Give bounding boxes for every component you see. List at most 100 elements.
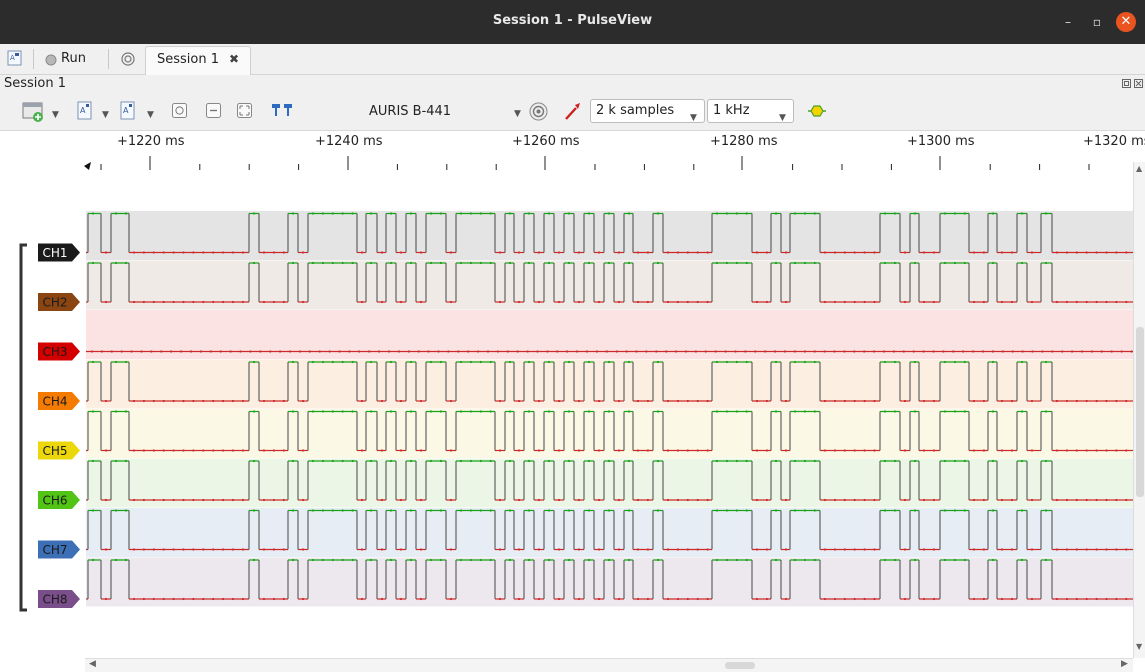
add-session-icon[interactable]: A [7, 50, 23, 67]
sample-dot [1095, 300, 1098, 304]
channel-label-ch2[interactable]: CH2 [38, 293, 80, 311]
sample-dot [172, 597, 175, 601]
sample-dot [903, 548, 907, 551]
sample-dot [587, 212, 591, 215]
open-file-icon[interactable] [22, 101, 46, 125]
sample-dot [351, 558, 354, 562]
sample-dot [537, 548, 541, 551]
vertical-scrollbar[interactable]: ▲ ▼ [1133, 162, 1145, 658]
channel-label-ch5[interactable]: CH5 [38, 441, 80, 460]
sample-dot [321, 261, 324, 265]
sample-dot [696, 300, 699, 304]
sample-dot [774, 212, 778, 215]
maximize-button[interactable]: ▫ [1087, 12, 1107, 32]
sample-dot [755, 498, 759, 502]
sample-dot [1000, 399, 1004, 403]
sample-dot [1000, 548, 1004, 551]
vertical-scroll-thumb[interactable] [1136, 327, 1144, 497]
sample-dot [378, 350, 381, 353]
sample-dot [114, 459, 118, 463]
horizontal-scrollbar[interactable]: ◀ ▶ [85, 658, 1133, 672]
export-dropdown-arrow[interactable]: ▼ [147, 110, 154, 120]
sample-dot [279, 350, 282, 353]
sample-dot [182, 300, 185, 304]
samples-dropdown-arrow[interactable]: ▼ [690, 107, 697, 129]
sample-dot [547, 459, 551, 463]
sample-dot [152, 548, 155, 551]
sample-dot [1105, 498, 1108, 502]
save-icon[interactable]: A [77, 101, 93, 125]
sample-dot [1120, 350, 1123, 353]
samples-combo[interactable]: 2 k samples ▼ [590, 99, 705, 123]
zoom-out-icon[interactable] [206, 103, 222, 127]
sample-dot [913, 459, 917, 463]
gear-icon[interactable] [121, 52, 135, 66]
sample-dot [282, 300, 285, 304]
samplerate-dropdown-arrow[interactable]: ▼ [779, 107, 786, 129]
export-icon[interactable]: A [120, 101, 136, 125]
sample-dot [784, 251, 788, 254]
scroll-up-icon[interactable]: ▲ [1136, 164, 1142, 173]
tab-session-1[interactable]: Session 1 ✖ [145, 46, 251, 75]
channel-label-ch1[interactable]: CH1 [38, 243, 80, 262]
trace-view[interactable]: CH1 CH2 CH3 CH4 CH5 CH6 CH7 CH8 [0, 177, 1133, 658]
zoom-fit-icon[interactable] [237, 103, 253, 127]
sample-dot [696, 449, 699, 452]
run-button[interactable]: Run [61, 51, 86, 66]
sample-dot [943, 509, 947, 512]
scroll-left-icon[interactable]: ◀ [89, 659, 96, 669]
cursor-markers-icon[interactable] [271, 102, 295, 126]
probe-config-icon[interactable] [563, 101, 583, 125]
sample-dot [755, 300, 759, 304]
open-dropdown-arrow[interactable]: ▼ [52, 110, 59, 120]
channel-label-ch8[interactable]: CH8 [38, 590, 80, 608]
save-dropdown-arrow[interactable]: ▼ [102, 110, 109, 120]
sample-dot [735, 212, 738, 215]
sample-dot [1065, 300, 1068, 304]
sample-dot [282, 597, 285, 601]
sample-dot [527, 509, 531, 512]
sample-dot [142, 597, 145, 601]
channel-label-ch4[interactable]: CH4 [38, 392, 80, 410]
sample-dot [902, 350, 905, 353]
sample-dot [389, 509, 393, 512]
channel-label-ch3[interactable]: CH3 [38, 342, 80, 361]
device-config-icon[interactable] [529, 102, 548, 126]
horizontal-scroll-thumb[interactable] [725, 662, 755, 669]
minimize-button[interactable]: – [1058, 12, 1078, 32]
sample-dot [291, 410, 295, 413]
sample-dot [321, 212, 324, 215]
sample-dot [311, 360, 315, 364]
sample-dot [1000, 251, 1004, 254]
sample-dot [913, 509, 917, 512]
scroll-right-icon[interactable]: ▶ [1121, 659, 1128, 669]
sample-dot [1075, 548, 1078, 551]
session-tab-close-icon[interactable]: ✖ [229, 52, 239, 66]
sample-dot [409, 558, 413, 562]
sample-dot [331, 261, 334, 265]
sample-dot [1125, 548, 1128, 551]
sample-dot [577, 597, 581, 601]
decoder-icon[interactable] [806, 105, 828, 129]
channel-label-ch7[interactable]: CH7 [38, 540, 80, 559]
sample-dot [1085, 251, 1088, 254]
device-dropdown-arrow[interactable]: ▼ [514, 109, 521, 119]
sample-dot [627, 212, 631, 215]
close-window-button[interactable]: ✕ [1116, 12, 1136, 32]
dock-controls-icon[interactable] [1122, 79, 1144, 89]
sample-dot [745, 360, 748, 364]
device-selector[interactable]: AURIS B-441 [369, 104, 451, 119]
samplerate-combo[interactable]: 1 kHz ▼ [707, 99, 794, 123]
scroll-down-icon[interactable]: ▼ [1136, 642, 1142, 651]
sample-dot [566, 350, 569, 353]
zoom-in-icon[interactable] [172, 103, 188, 127]
sample-dot [212, 399, 215, 403]
sample-dot [1030, 449, 1034, 452]
channel-group-bracket[interactable] [19, 243, 27, 612]
sample-dot [272, 498, 275, 502]
sample-dot [1044, 360, 1048, 364]
sample-dot [489, 360, 492, 364]
sample-dot [132, 300, 136, 304]
sample-dot [252, 261, 256, 265]
channel-label-ch6[interactable]: CH6 [38, 491, 80, 509]
